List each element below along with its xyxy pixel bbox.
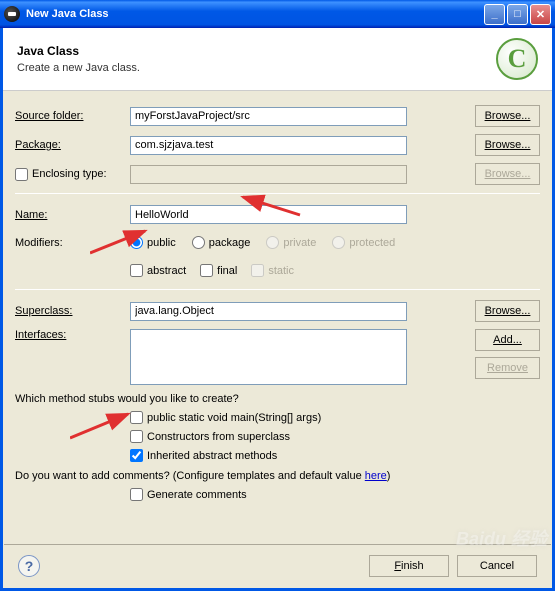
browse-package-button[interactable]: Browse... xyxy=(475,134,540,156)
minimize-button[interactable]: _ xyxy=(484,4,505,25)
interfaces-label: Interfaces: xyxy=(15,329,130,341)
inherited-check-wrap[interactable]: Inherited abstract methods xyxy=(130,449,526,462)
dialog-header: Java Class Create a new Java class. C xyxy=(3,28,552,91)
private-radio xyxy=(266,236,279,249)
enclosing-type-checkbox[interactable] xyxy=(15,168,28,181)
close-button[interactable]: ✕ xyxy=(530,4,551,25)
enclosing-type-check[interactable]: Enclosing type: xyxy=(15,168,130,181)
static-check-wrap: static xyxy=(251,264,294,277)
private-radio-wrap: private xyxy=(266,236,316,249)
header-subtitle: Create a new Java class. xyxy=(17,62,140,74)
browse-source-button[interactable]: Browse... xyxy=(475,105,540,127)
source-folder-input[interactable] xyxy=(130,107,407,126)
stubs-question: Which method stubs would you like to cre… xyxy=(15,393,540,405)
final-check-wrap[interactable]: final xyxy=(200,264,237,277)
eclipse-icon xyxy=(4,6,20,22)
protected-radio xyxy=(332,236,345,249)
comments-question: Do you want to add comments? (Configure … xyxy=(15,470,540,482)
name-label: Name: xyxy=(15,209,130,221)
add-interface-button[interactable]: Add... xyxy=(475,329,540,351)
maximize-button[interactable]: □ xyxy=(507,4,528,25)
public-radio[interactable] xyxy=(130,236,143,249)
cancel-button[interactable]: Cancel xyxy=(457,555,537,577)
interfaces-list[interactable] xyxy=(130,329,407,385)
main-method-check-wrap[interactable]: public static void main(String[] args) xyxy=(130,411,526,424)
final-checkbox[interactable] xyxy=(200,264,213,277)
abstract-checkbox[interactable] xyxy=(130,264,143,277)
generate-comments-checkbox[interactable] xyxy=(130,488,143,501)
abstract-check-wrap[interactable]: abstract xyxy=(130,264,186,277)
static-checkbox xyxy=(251,264,264,277)
public-radio-wrap[interactable]: public xyxy=(130,236,176,249)
package-label: Package: xyxy=(15,139,130,151)
header-title: Java Class xyxy=(17,44,140,58)
name-input[interactable] xyxy=(130,205,407,224)
main-method-checkbox[interactable] xyxy=(130,411,143,424)
window-controls: _ □ ✕ xyxy=(484,4,551,25)
source-folder-label: Source folder: xyxy=(15,110,130,122)
browse-superclass-button[interactable]: Browse... xyxy=(475,300,540,322)
package-radio[interactable] xyxy=(192,236,205,249)
browse-enclosing-button: Browse... xyxy=(475,163,540,185)
protected-radio-wrap: protected xyxy=(332,236,395,249)
class-icon: C xyxy=(496,38,538,80)
remove-interface-button: Remove xyxy=(475,357,540,379)
finish-button[interactable]: Finish xyxy=(369,555,449,577)
configure-link[interactable]: here xyxy=(365,470,387,482)
enclosing-type-input xyxy=(130,165,407,184)
superclass-label: Superclass: xyxy=(15,305,130,317)
titlebar: New Java Class _ □ ✕ xyxy=(0,0,555,28)
constructors-checkbox[interactable] xyxy=(130,430,143,443)
inherited-checkbox[interactable] xyxy=(130,449,143,462)
help-icon[interactable]: ? xyxy=(18,555,40,577)
package-radio-wrap[interactable]: package xyxy=(192,236,251,249)
package-input[interactable] xyxy=(130,136,407,155)
generate-comments-check-wrap[interactable]: Generate comments xyxy=(130,488,526,501)
superclass-input[interactable] xyxy=(130,302,407,321)
modifiers-label: Modifiers: xyxy=(15,237,130,249)
constructors-check-wrap[interactable]: Constructors from superclass xyxy=(130,430,526,443)
window-title: New Java Class xyxy=(26,8,109,20)
